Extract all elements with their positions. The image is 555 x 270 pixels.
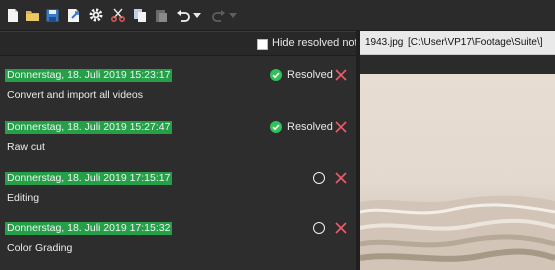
preview-file-name: 1943.jpg (365, 37, 404, 48)
note-date-badge: Donnerstag, 18. Juli 2019 15:23:17 (5, 69, 173, 82)
note-text[interactable]: Color Grading (7, 242, 72, 254)
hide-resolved-checkbox[interactable] (257, 39, 268, 50)
notes-panel: Hide resolved notes Donnerstag, 18. Juli… (0, 31, 369, 270)
delete-note-icon[interactable] (335, 69, 347, 81)
dropdown-icon[interactable] (228, 6, 238, 24)
redo-icon[interactable] (210, 6, 227, 24)
note-item: Donnerstag, 18. Juli 2019 17:15:17 Editi… (0, 172, 356, 224)
note-date-badge: Donnerstag, 18. Juli 2019 17:15:17 (5, 172, 173, 185)
delete-note-icon[interactable] (335, 172, 347, 184)
export-icon[interactable] (65, 6, 82, 24)
resolved-check-icon[interactable] (270, 121, 282, 133)
preview-header: 1943.jpg [C:\User\VP17\Footage\Suite\] (360, 31, 555, 55)
notes-header: Hide resolved notes (0, 32, 369, 56)
save-icon[interactable] (44, 6, 61, 24)
delete-note-icon[interactable] (335, 121, 347, 133)
note-item: Donnerstag, 18. Juli 2019 17:15:32 Color… (0, 222, 356, 270)
preview-margin (360, 55, 555, 74)
preview-file-path: [C:\User\VP17\Footage\Suite\] (408, 37, 543, 48)
note-status-label: Resolved (287, 121, 333, 133)
toolbar (0, 0, 555, 31)
preview-image (360, 74, 555, 270)
new-file-icon[interactable] (4, 6, 21, 24)
note-item: Donnerstag, 18. Juli 2019 15:23:17 Resol… (0, 69, 356, 121)
note-text[interactable]: Raw cut (7, 141, 45, 153)
cut-icon[interactable] (109, 6, 126, 24)
resolved-check-icon[interactable] (270, 69, 282, 81)
note-date-badge: Donnerstag, 18. Juli 2019 15:27:47 (5, 121, 173, 134)
copy-icon[interactable] (131, 6, 148, 24)
note-text[interactable]: Convert and import all videos (7, 89, 143, 101)
unresolved-circle-icon[interactable] (313, 222, 325, 234)
open-folder-icon[interactable] (24, 6, 41, 24)
dropdown-icon[interactable] (192, 6, 202, 24)
note-text[interactable]: Editing (7, 192, 39, 204)
delete-note-icon[interactable] (335, 222, 347, 234)
unresolved-circle-icon[interactable] (313, 172, 325, 184)
undo-icon[interactable] (174, 6, 191, 24)
settings-icon[interactable] (87, 6, 104, 24)
note-item: Donnerstag, 18. Juli 2019 15:27:47 Resol… (0, 121, 356, 173)
note-status-label: Resolved (287, 69, 333, 81)
hide-resolved-label: Hide resolved notes (272, 37, 370, 49)
paste-icon[interactable] (153, 6, 170, 24)
note-date-badge: Donnerstag, 18. Juli 2019 17:15:32 (5, 222, 173, 235)
